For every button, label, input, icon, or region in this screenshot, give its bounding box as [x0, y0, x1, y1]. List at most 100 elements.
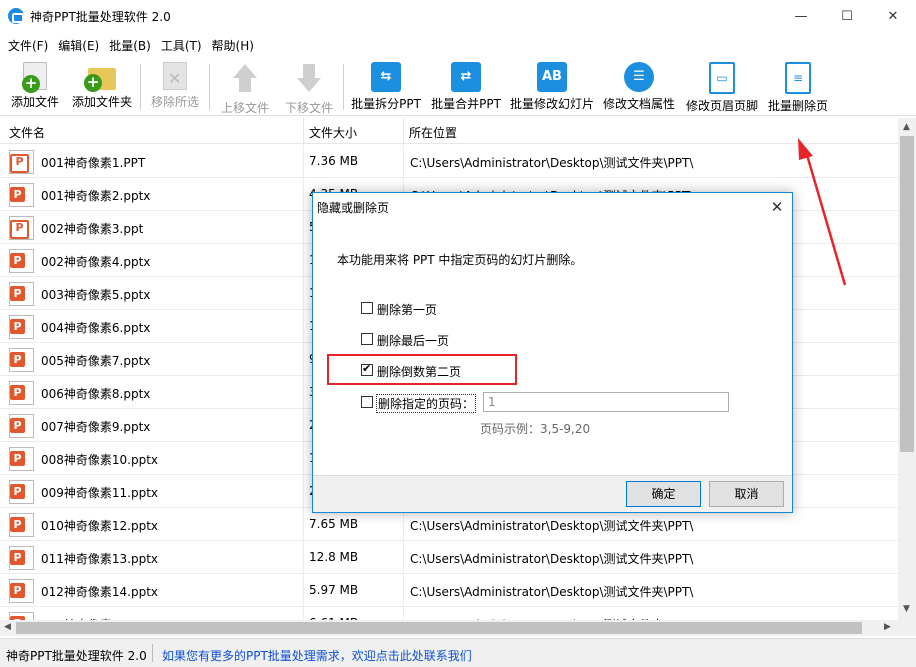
- file-size-cell: 5.97 MB: [309, 583, 359, 597]
- file-name-cell: 002神奇像素3.ppt: [41, 222, 144, 236]
- file-location-cell: C:\Users\Administrator\Desktop\测试文件夹\PPT…: [410, 552, 694, 566]
- table-row[interactable]: 011神奇像素13.pptx 12.8 MB C:\Users\Administra…: [0, 541, 898, 574]
- cell-divider: [303, 409, 304, 442]
- file-name-cell: 011神奇像素13.pptx: [41, 552, 159, 566]
- delete-pages-icon: ≡: [785, 62, 811, 94]
- cell-divider: [403, 541, 404, 574]
- modify-properties-button[interactable]: ☰ 修改文档属性: [600, 60, 678, 114]
- ok-button[interactable]: 确定: [626, 481, 701, 507]
- cell-divider: [303, 211, 304, 244]
- remove-selected-button[interactable]: 移除所选: [146, 60, 204, 114]
- column-header-location[interactable]: 所在位置: [409, 124, 457, 141]
- cell-divider: [303, 475, 304, 508]
- pptx-icon: [9, 579, 34, 603]
- scroll-down-icon[interactable]: ▼: [903, 604, 910, 614]
- column-divider[interactable]: [303, 118, 304, 144]
- file-name-cell: 012神奇像素14.pptx: [41, 585, 159, 599]
- cell-divider: [303, 343, 304, 376]
- remove-selected-label: 移除所选: [150, 95, 199, 109]
- cell-divider: [303, 442, 304, 475]
- dialog-description: 本功能用来将 PPT 中指定页码的幻灯片删除。: [337, 253, 583, 267]
- page-numbers-input[interactable]: 1: [483, 392, 729, 412]
- cell-divider: [303, 310, 304, 343]
- file-name-cell: 001神奇像素1.PPT: [41, 156, 146, 170]
- pptx-icon: [9, 282, 34, 306]
- toolbar-divider: [140, 64, 141, 110]
- cell-divider: [303, 508, 304, 541]
- file-name-cell: 004神奇像素6.pptx: [41, 321, 151, 335]
- cell-divider: [303, 607, 304, 620]
- delete-specified-pages-checkbox[interactable]: [361, 396, 373, 408]
- remove-icon: [163, 62, 187, 90]
- cell-divider: [403, 607, 404, 620]
- batch-merge-button[interactable]: ⇄ 批量合并PPT: [428, 60, 504, 114]
- close-button[interactable]: ✕: [870, 0, 916, 32]
- maximize-button[interactable]: ☐: [824, 0, 870, 32]
- scroll-corner: [898, 620, 916, 636]
- batch-split-button[interactable]: ⇆ 批量拆分PPT: [348, 60, 424, 114]
- cancel-button[interactable]: 取消: [709, 481, 784, 507]
- move-down-label: 下移文件: [284, 101, 333, 115]
- pptx-icon: [9, 249, 34, 273]
- delete-first-page-label[interactable]: 删除第一页: [377, 301, 437, 318]
- menu-help[interactable]: 帮助(H): [207, 34, 259, 56]
- add-file-button[interactable]: 添加文件: [6, 60, 64, 114]
- table-row[interactable]: 001神奇像素1.PPT 7.36 MB C:\Users\Administrato…: [0, 145, 898, 178]
- window-title: 神奇PPT批量处理软件 2.0: [30, 10, 171, 24]
- delete-first-page-checkbox[interactable]: [361, 302, 373, 314]
- add-folder-button[interactable]: 添加文件夹: [68, 60, 136, 114]
- status-bar: 神奇PPT批量处理软件 2.0 如果您有更多的PPT批量处理需求，欢迎点击此处联…: [0, 638, 916, 667]
- horizontal-scrollbar[interactable]: ◀ ▶: [0, 620, 898, 636]
- table-row[interactable]: 013神奇像素15.pptx6.61 MBC:\Users\Administra…: [0, 607, 898, 620]
- header-footer-icon: ▭: [709, 62, 735, 94]
- scroll-left-icon[interactable]: ◀: [4, 622, 11, 632]
- title-bar: 神奇PPT批量处理软件 2.0 — ☐ ✕: [0, 0, 916, 32]
- move-down-button[interactable]: 下移文件: [280, 60, 338, 115]
- add-file-label: 添加文件: [10, 95, 59, 109]
- batch-merge-label: 批量合并PPT: [431, 97, 501, 111]
- hscroll-thumb[interactable]: [16, 622, 862, 634]
- minimize-button[interactable]: —: [778, 0, 824, 32]
- vertical-scrollbar[interactable]: ▲ ▼: [898, 118, 916, 620]
- scroll-up-icon[interactable]: ▲: [903, 122, 910, 132]
- file-name-cell: 008神奇像素10.pptx: [41, 453, 159, 467]
- move-up-label: 上移文件: [220, 101, 269, 115]
- pptx-icon: [9, 348, 34, 372]
- pptx-icon: [9, 612, 34, 620]
- cell-divider: [303, 541, 304, 574]
- file-name-cell: 003神奇像素5.pptx: [41, 288, 151, 302]
- table-row[interactable]: 012神奇像素14.pptx 5.97 MB C:\Users\Administra…: [0, 574, 898, 607]
- menu-bar: 文件(F) 编辑(E) 批量(B) 工具(T) 帮助(H): [0, 34, 916, 56]
- menu-file[interactable]: 文件(F): [3, 34, 53, 56]
- delete-specified-pages-label[interactable]: 删除指定的页码：: [375, 394, 477, 413]
- column-header-name[interactable]: 文件名: [9, 124, 45, 141]
- move-up-button[interactable]: 上移文件: [216, 60, 274, 115]
- batch-modify-slides-label: 批量修改幻灯片: [509, 97, 594, 111]
- batch-modify-slides-button[interactable]: AB 批量修改幻灯片: [508, 60, 596, 114]
- batch-delete-pages-button[interactable]: ≡ 批量删除页: [766, 60, 830, 114]
- modify-header-footer-button[interactable]: ▭ 修改页眉页脚: [682, 60, 762, 114]
- page-number-hint: 页码示例：3,5-9,20: [480, 422, 591, 436]
- dialog-close-icon[interactable]: ✕: [764, 196, 790, 218]
- file-name-cell: 010神奇像素12.pptx: [41, 519, 159, 533]
- contact-link[interactable]: 如果您有更多的PPT批量处理需求，欢迎点击此处联系我们: [162, 647, 472, 664]
- merge-icon: ⇄: [451, 62, 481, 92]
- status-divider: [152, 644, 153, 662]
- file-name-cell: 006神奇像素8.pptx: [41, 387, 151, 401]
- menu-tools[interactable]: 工具(T): [156, 34, 207, 56]
- file-name-cell: 002神奇像素4.pptx: [41, 255, 151, 269]
- delete-last-page-checkbox[interactable]: [361, 333, 373, 345]
- delete-last-page-label[interactable]: 删除最后一页: [377, 332, 449, 349]
- file-name-cell: 009神奇像素11.pptx: [41, 486, 159, 500]
- menu-batch[interactable]: 批量(B): [104, 34, 156, 56]
- ppt-outline-icon: [9, 150, 34, 174]
- add-folder-label: 添加文件夹: [71, 95, 132, 109]
- file-name-cell: 007神奇像素9.pptx: [41, 420, 151, 434]
- scroll-right-icon[interactable]: ▶: [884, 622, 891, 632]
- column-divider[interactable]: [403, 118, 404, 144]
- scroll-thumb[interactable]: [900, 136, 914, 452]
- column-header-size[interactable]: 文件大小: [309, 124, 357, 141]
- menu-edit[interactable]: 编辑(E): [53, 34, 104, 56]
- status-app-name: 神奇PPT批量处理软件 2.0: [6, 649, 147, 663]
- cell-divider: [303, 277, 304, 310]
